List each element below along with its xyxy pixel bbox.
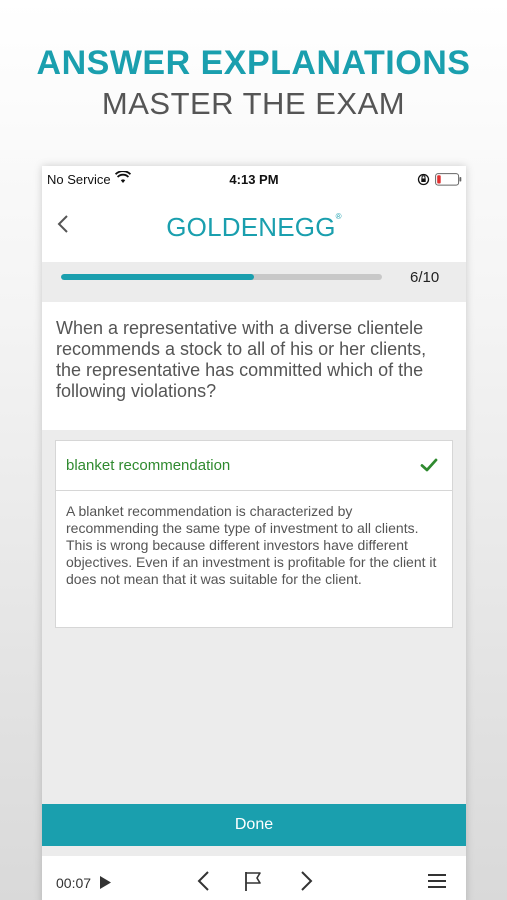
menu-icon[interactable]	[427, 872, 447, 890]
progress-fill	[61, 274, 254, 280]
question-text: When a representative with a diverse cli…	[56, 318, 427, 401]
done-button[interactable]: Done	[42, 804, 466, 846]
play-icon[interactable]	[99, 875, 112, 890]
progress-label: 6/10	[410, 269, 440, 286]
battery-low-icon	[435, 173, 462, 186]
phone-screen: No Service 4:13 PM GOLDENEGG® 6/10 When …	[42, 166, 466, 900]
answer-option[interactable]: blanket recommendation	[56, 441, 452, 491]
app-logo: GOLDENEGG®	[166, 212, 342, 242]
check-icon	[420, 458, 438, 472]
chevron-right-icon[interactable]	[296, 870, 316, 892]
progress-bar	[61, 274, 382, 280]
status-time: 4:13 PM	[229, 172, 279, 187]
promo-title: ANSWER EXPLANATIONS	[36, 44, 471, 82]
timer-label: 00:07	[56, 875, 92, 891]
nav-bar: GOLDENEGG®	[42, 194, 466, 262]
status-bar: No Service 4:13 PM	[42, 166, 466, 194]
answer-card: blanket recommendation A blanket recomme…	[55, 440, 453, 628]
flag-icon[interactable]	[243, 870, 263, 892]
explanation-text: A blanket recommendation is characterize…	[66, 503, 437, 587]
progress-area: 6/10	[42, 262, 466, 302]
bottom-toolbar: 00:07	[42, 856, 466, 900]
question-panel: When a representative with a diverse cli…	[42, 302, 466, 430]
answer-label: blanket recommendation	[66, 457, 231, 474]
promo-subtitle: MASTER THE EXAM	[101, 86, 406, 121]
orientation-lock-icon	[417, 173, 430, 186]
chevron-left-icon[interactable]	[194, 870, 214, 892]
